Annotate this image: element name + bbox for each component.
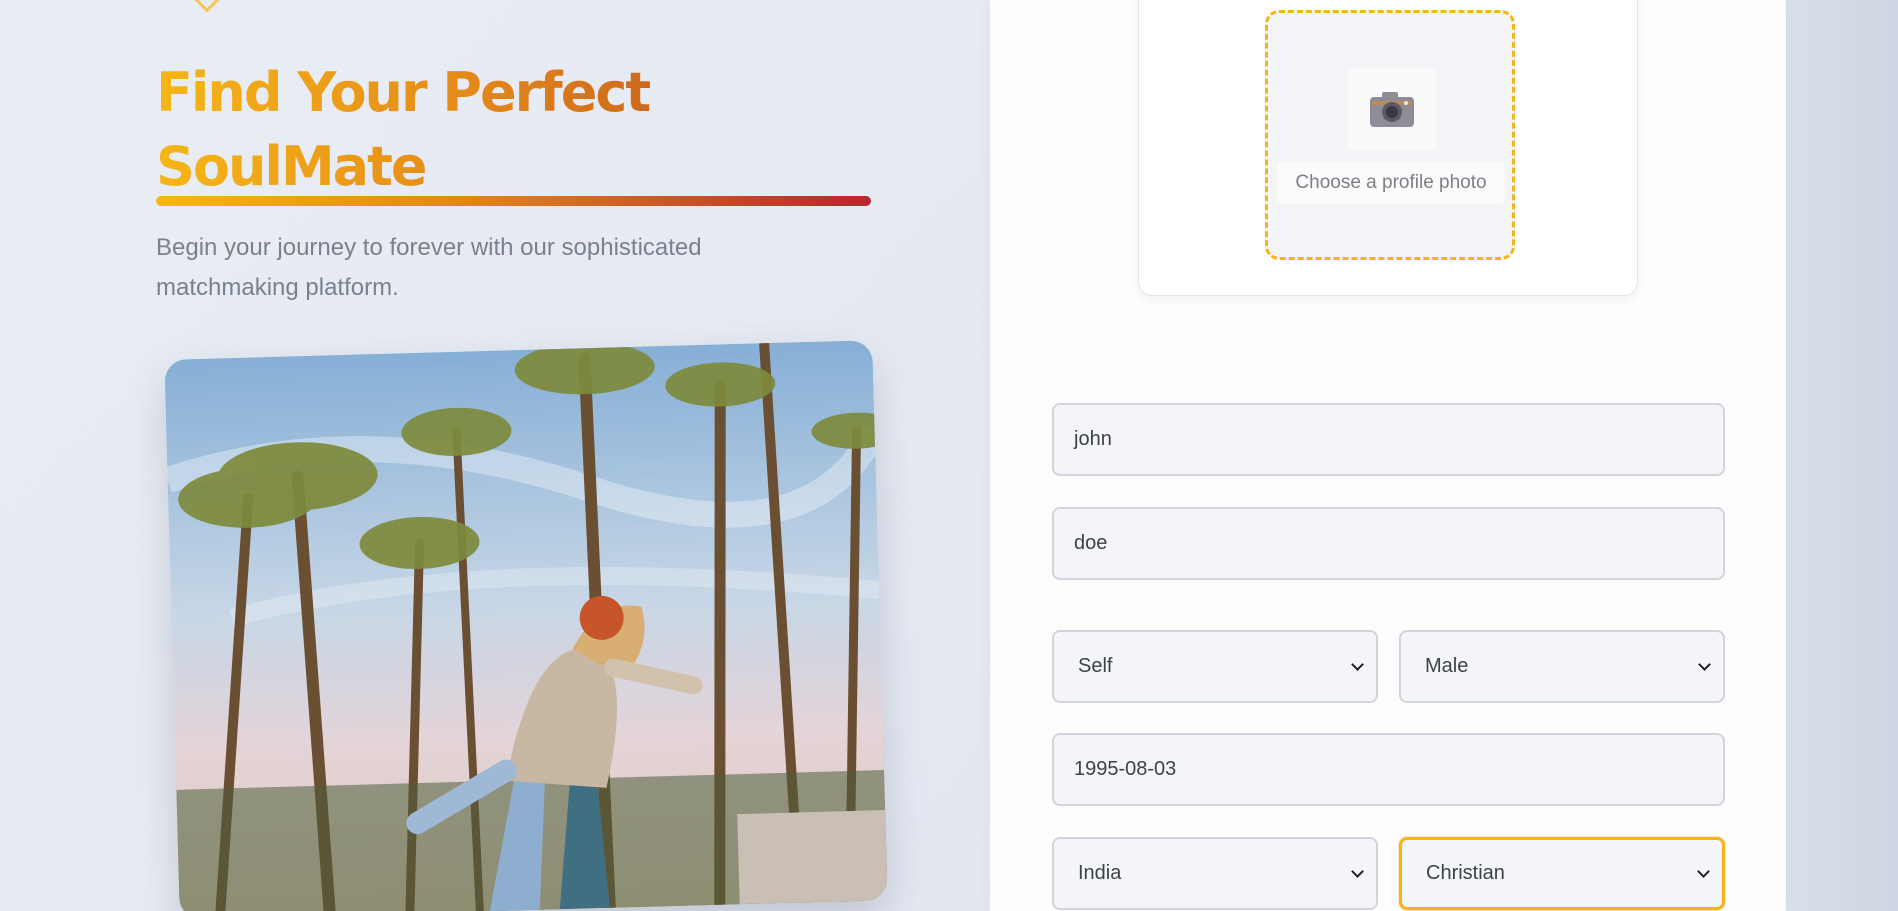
camera-icon [1348,68,1436,150]
chevron-down-icon [1351,864,1364,878]
chevron-down-icon [1698,657,1711,671]
last-name-input[interactable]: doe [1052,507,1725,580]
gender-select[interactable]: Male [1399,630,1725,703]
profile-photo-card: Choose a profile photo [1138,0,1638,296]
religion-select[interactable]: Christian [1399,837,1725,910]
upload-photo-label[interactable]: Choose a profile photo [1277,162,1505,204]
hero-title-line1: Find Your Perfect [156,61,650,124]
page-edge-shade [1786,0,1898,911]
chevron-down-icon [1351,657,1364,671]
title-underline [156,196,871,206]
hero-title: Find Your Perfect SoulMate [156,56,716,204]
hero-subtitle: Begin your journey to forever with our s… [156,234,702,301]
hero-title-line2: SoulMate [156,135,426,198]
profile-for-value: Self [1078,655,1113,677]
chevron-down-icon [191,0,223,13]
date-of-birth-input[interactable]: 1995-08-03 [1052,733,1725,806]
religion-value: Christian [1426,862,1505,884]
last-name-value: doe [1074,532,1108,554]
chevron-down-icon [1697,864,1710,878]
couple-photo [164,340,888,911]
profile-photo-dropzone[interactable]: Choose a profile photo [1265,10,1515,260]
profile-for-select[interactable]: Self [1052,630,1378,703]
couple-photo-illustration [164,340,888,911]
first-name-value: john [1074,428,1112,450]
country-select[interactable]: India [1052,837,1378,910]
first-name-input[interactable]: john [1052,403,1725,476]
registration-form-panel: Choose a profile photo john doe Self Mal… [990,0,1786,911]
gender-value: Male [1425,655,1469,677]
country-value: India [1078,862,1122,884]
hero-section: Find Your Perfect SoulMate Begin your jo… [156,0,896,911]
date-of-birth-value: 1995-08-03 [1074,758,1177,780]
